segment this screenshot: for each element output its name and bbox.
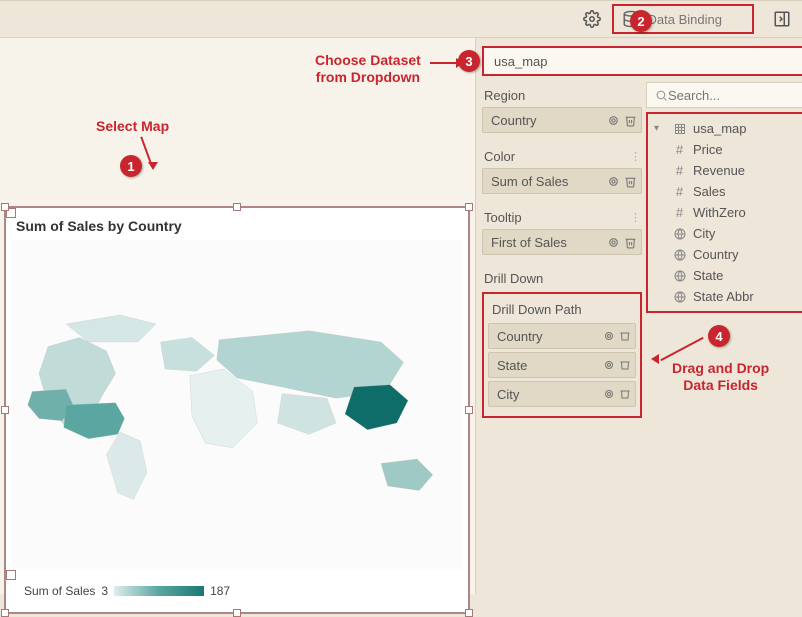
number-icon: # [672, 163, 687, 178]
drilldown-pill[interactable]: State [488, 352, 636, 378]
trash-icon[interactable] [624, 175, 637, 188]
gear-icon [583, 10, 601, 28]
drilldown-section-label: Drill Down [482, 265, 642, 290]
field-list: ▾ usa_map #Price #Revenue #Sales #WithZe… [646, 112, 802, 313]
resize-handle[interactable] [233, 609, 241, 617]
field-item[interactable]: #Price [650, 139, 802, 160]
field-item[interactable]: Country [650, 244, 802, 265]
data-binding-panel: usa_map ✕ ▾ Region Country Color⋮ Sum of [475, 38, 802, 594]
field-item[interactable]: #Sales [650, 181, 802, 202]
drag-dots-icon[interactable]: ⋮ [630, 211, 640, 224]
globe-icon [672, 228, 687, 240]
color-binding-pill[interactable]: Sum of Sales [482, 168, 642, 194]
trash-icon[interactable] [624, 114, 637, 127]
collapse-panel-button[interactable] [770, 7, 794, 31]
trash-icon[interactable] [619, 359, 631, 371]
data-binding-label: Data Binding [648, 12, 722, 27]
trash-icon[interactable] [619, 388, 631, 400]
drag-dots-icon[interactable]: ⋮ [630, 150, 640, 163]
drilldown-path-group[interactable]: Drill Down Path Country State City [482, 292, 642, 418]
map-legend: Sum of Sales 3 187 [16, 580, 238, 602]
region-section-label: Region [482, 82, 642, 107]
globe-icon [672, 270, 687, 282]
resize-handle[interactable] [1, 609, 9, 617]
drilldown-pill[interactable]: Country [488, 323, 636, 349]
trash-icon[interactable] [619, 330, 631, 342]
resize-handle[interactable] [465, 609, 473, 617]
gear-icon[interactable] [607, 114, 620, 127]
region-binding-pill[interactable]: Country [482, 107, 642, 133]
settings-button[interactable] [578, 5, 606, 33]
gear-icon[interactable] [607, 236, 620, 249]
field-item[interactable]: City [650, 223, 802, 244]
number-icon: # [672, 205, 687, 220]
search-box[interactable] [646, 82, 802, 108]
globe-icon [672, 291, 687, 303]
drilldown-pill[interactable]: City [488, 381, 636, 407]
map-chart-widget[interactable]: Sum of Sales by Country [4, 206, 470, 614]
dataset-selected: usa_map [494, 54, 547, 69]
tooltip-binding-pill[interactable]: First of Sales [482, 229, 642, 255]
resize-handle[interactable] [1, 406, 9, 414]
binding-slots: Region Country Color⋮ Sum of Sales [476, 82, 644, 594]
legend-label: Sum of Sales [24, 584, 95, 598]
panel-collapse-icon [773, 10, 791, 28]
field-item[interactable]: #WithZero [650, 202, 802, 223]
gear-icon[interactable] [603, 330, 615, 342]
caret-down-icon[interactable]: ▾ [654, 123, 666, 134]
drilldown-path-label: Drill Down Path [488, 298, 636, 323]
chart-title: Sum of Sales by Country [6, 208, 468, 240]
search-input[interactable] [668, 88, 802, 103]
fields-panel: ▾ usa_map #Price #Revenue #Sales #WithZe… [644, 82, 802, 594]
tooltip-section-label: Tooltip⋮ [482, 204, 642, 229]
resize-handle[interactable] [1, 203, 9, 211]
dataset-tree-node[interactable]: ▾ usa_map [650, 118, 802, 139]
resize-handle[interactable] [233, 203, 241, 211]
resize-handle[interactable] [465, 406, 473, 414]
number-icon: # [672, 184, 687, 199]
legend-max: 187 [210, 584, 230, 598]
gear-icon[interactable] [607, 175, 620, 188]
legend-min: 3 [101, 584, 108, 598]
gear-icon[interactable] [603, 388, 615, 400]
globe-icon [672, 249, 687, 261]
search-icon [655, 89, 668, 102]
field-item[interactable]: State [650, 265, 802, 286]
design-canvas[interactable]: Sum of Sales by Country [0, 38, 475, 594]
map-plot-area [12, 240, 462, 570]
dataset-dropdown[interactable]: usa_map ✕ ▾ [482, 46, 802, 76]
data-binding-tab[interactable]: Data Binding [612, 4, 754, 34]
legend-gradient [114, 586, 204, 596]
number-icon: # [672, 142, 687, 157]
top-toolbar: Data Binding [0, 0, 802, 38]
database-icon [622, 10, 640, 28]
resize-handle[interactable] [465, 203, 473, 211]
table-icon [672, 123, 687, 135]
field-item[interactable]: State Abbr [650, 286, 802, 307]
trash-icon[interactable] [624, 236, 637, 249]
field-item[interactable]: #Revenue [650, 160, 802, 181]
gear-icon[interactable] [603, 359, 615, 371]
color-section-label: Color⋮ [482, 143, 642, 168]
